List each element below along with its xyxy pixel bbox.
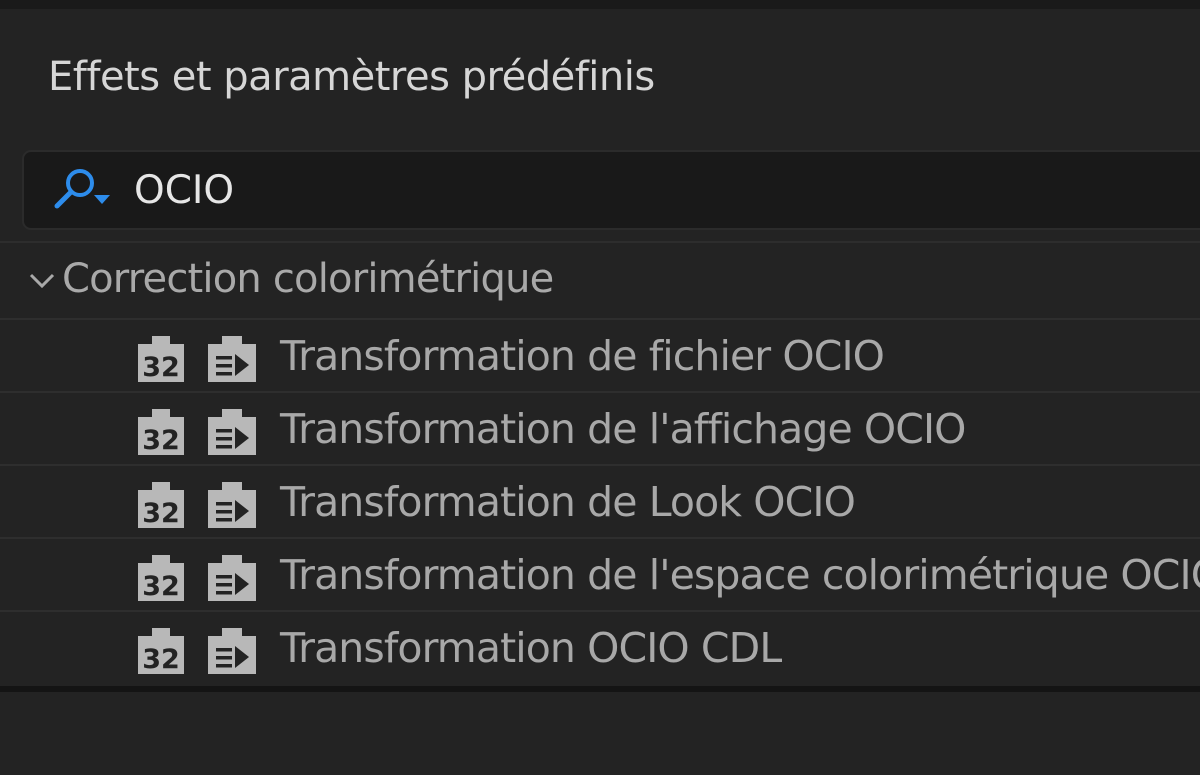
effect-label: Transformation de fichier OCIO bbox=[280, 332, 885, 380]
effect-item[interactable]: 32 Transformation de Look OCIO bbox=[0, 464, 1200, 537]
effect-label: Transformation de Look OCIO bbox=[280, 478, 856, 526]
effect-label: Transformation de l'espace colorimétriqu… bbox=[280, 551, 1200, 599]
effects-list: 32 Transformation de fichier OCIO 32 Tra… bbox=[0, 318, 1200, 683]
panel-title: Effets et paramètres prédéfinis bbox=[48, 54, 655, 100]
chevron-down-icon[interactable] bbox=[28, 272, 56, 290]
badge-text: 32 bbox=[142, 352, 180, 383]
effect-item[interactable]: 32 Transformation de l'espace colorimétr… bbox=[0, 537, 1200, 610]
badge-text: 32 bbox=[142, 425, 180, 456]
badge-text: 32 bbox=[142, 571, 180, 602]
panel-empty-area bbox=[0, 692, 1200, 775]
accelerated-effect-icon bbox=[208, 628, 256, 674]
search-input[interactable] bbox=[134, 160, 1034, 220]
badge-text: 32 bbox=[142, 498, 180, 529]
effect-label: Transformation de l'affichage OCIO bbox=[280, 405, 966, 453]
32-bit-badge-icon: 32 bbox=[138, 482, 184, 529]
effect-label: Transformation OCIO CDL bbox=[280, 624, 782, 672]
accelerated-effect-icon bbox=[208, 482, 256, 528]
32-bit-badge-icon: 32 bbox=[138, 409, 184, 456]
effect-item[interactable]: 32 Transformation de l'affichage OCIO bbox=[0, 391, 1200, 464]
32-bit-badge-icon: 32 bbox=[138, 628, 184, 675]
badge-text: 32 bbox=[142, 644, 180, 675]
search-box[interactable] bbox=[22, 150, 1200, 230]
panel-top-edge bbox=[0, 0, 1200, 9]
32-bit-badge-icon: 32 bbox=[138, 336, 184, 383]
accelerated-effect-icon bbox=[208, 409, 256, 455]
accelerated-effect-icon bbox=[208, 555, 256, 601]
effects-presets-panel: Effets et paramètres prédéfinis Correcti… bbox=[0, 0, 1200, 775]
search-divider bbox=[0, 241, 1200, 243]
category-folder-color-correction[interactable]: Correction colorimétrique bbox=[0, 246, 1200, 318]
category-label: Correction colorimétrique bbox=[62, 256, 554, 302]
effect-item[interactable]: 32 Transformation de fichier OCIO bbox=[0, 318, 1200, 391]
32-bit-badge-icon: 32 bbox=[138, 555, 184, 602]
effect-item[interactable]: 32 Transformation OCIO CDL bbox=[0, 610, 1200, 683]
accelerated-effect-icon bbox=[208, 336, 256, 382]
search-icon[interactable] bbox=[48, 166, 118, 214]
